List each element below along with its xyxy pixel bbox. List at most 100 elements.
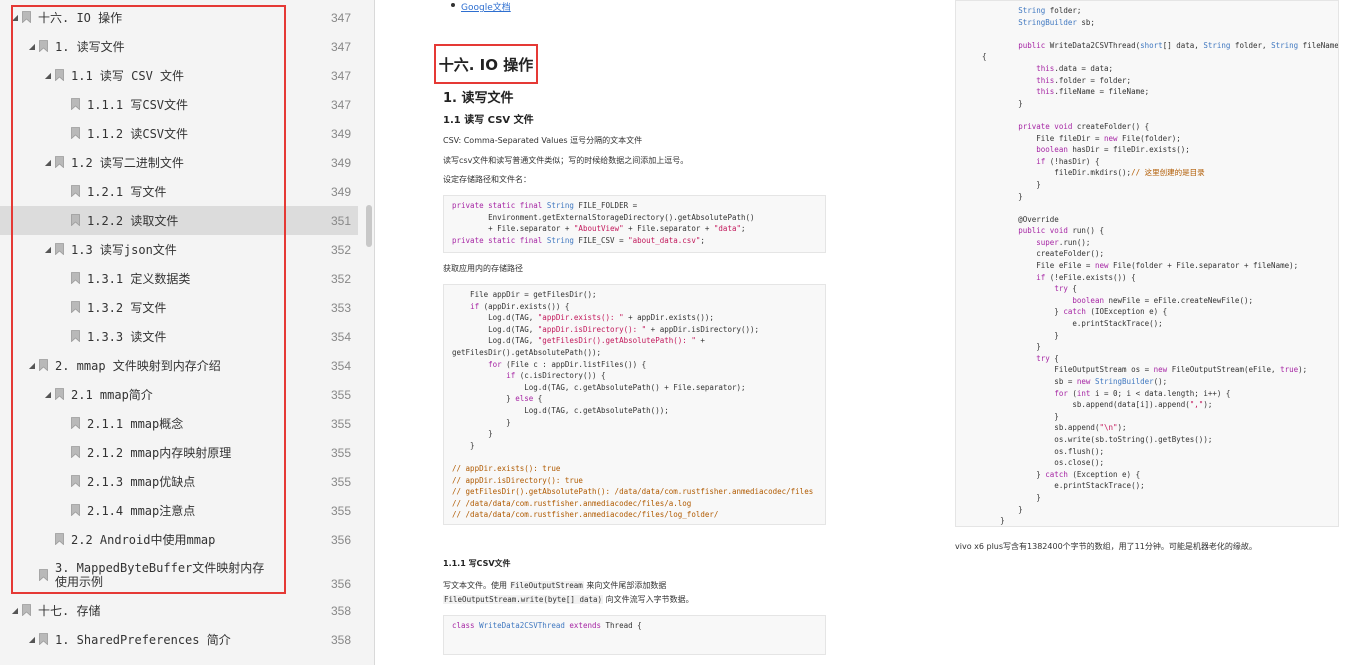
paragraph: 获取应用内的存储路径 xyxy=(443,264,523,273)
toc-item[interactable]: 1.3.2 写文件 353 xyxy=(0,293,358,322)
bookmark-icon xyxy=(55,69,65,82)
triangle-down-icon[interactable]: ◢ xyxy=(43,390,53,399)
toc-item-label: 1.3.3 读文件 xyxy=(87,330,167,344)
toc-item-label: 2.1.4 mmap注意点 xyxy=(87,504,196,518)
toc-item[interactable]: 2.1.1 mmap概念 355 xyxy=(0,409,358,438)
paragraph: 设定存储路径和文件名： xyxy=(443,175,531,184)
toc-page-number: 358 xyxy=(330,603,351,618)
toc-page-number: 349 xyxy=(330,184,351,199)
triangle-down-icon[interactable]: ◢ xyxy=(43,158,53,167)
toc-page-number: 353 xyxy=(330,300,351,315)
paragraph-note: vivo x6 plus写含有1382400个字节的数组，用了11分钟。可能是机… xyxy=(955,542,1257,551)
inline-code: FileOutputStream xyxy=(509,581,584,590)
toc-page-number: 358 xyxy=(330,632,351,647)
toc-page-number: 354 xyxy=(330,329,351,344)
toc-page-number: 347 xyxy=(330,39,351,54)
toc-item[interactable]: 2.1.3 mmap优缺点 355 xyxy=(0,467,358,496)
toc-item[interactable]: 1.1.2 读CSV文件 349 xyxy=(0,119,358,148)
toc-page-number: 347 xyxy=(330,68,351,83)
toc-item-label: 3. MappedByteBuffer文件映射内存使用示例 xyxy=(55,561,265,589)
toc-item[interactable]: 1.3.1 定义数据类 352 xyxy=(0,264,358,293)
bookmark-icon xyxy=(55,388,65,401)
bookmark-icon xyxy=(55,156,65,169)
toc-item[interactable]: 3. MappedByteBuffer文件映射内存使用示例 356 xyxy=(0,554,358,596)
toc-item-label: 十六. IO 操作 xyxy=(38,11,123,25)
triangle-down-icon[interactable]: ◢ xyxy=(10,13,20,22)
triangle-down-icon[interactable]: ◢ xyxy=(43,71,53,80)
document-page-right: String folder; StringBuilder sb; public … xyxy=(950,0,1349,665)
toc-item[interactable]: 1.1.1 写CSV文件 347 xyxy=(0,90,358,119)
toc-page-number: 355 xyxy=(330,503,351,518)
bookmark-icon xyxy=(71,504,81,517)
bookmark-icon xyxy=(22,604,32,617)
triangle-down-icon[interactable]: ◢ xyxy=(43,245,53,254)
toc-item[interactable]: 1.2.2 读取文件 351 xyxy=(0,206,358,235)
toc-page-number: 354 xyxy=(330,358,351,373)
toc-item[interactable]: 1.2.1 写文件 349 xyxy=(0,177,358,206)
toc-item-label: 十七. 存储 xyxy=(38,604,101,618)
inline-code: FileOutputStream.write(byte[] data) xyxy=(443,595,604,604)
bookmark-icon xyxy=(71,185,81,198)
toc-page-number: 355 xyxy=(330,387,351,402)
toc-item[interactable]: 2.1.2 mmap内存映射原理 355 xyxy=(0,438,358,467)
sidebar-scrollbar[interactable] xyxy=(366,205,372,247)
toc-page-number: 356 xyxy=(330,532,351,547)
bookmark-icon xyxy=(39,568,49,582)
triangle-down-icon[interactable]: ◢ xyxy=(27,42,37,51)
toc-page-number: 355 xyxy=(330,474,351,489)
toc-item-label: 1. SharedPreferences 简介 xyxy=(55,633,231,647)
subsubsection-heading: 1.1.1 写CSV文件 xyxy=(443,559,511,568)
toc-item[interactable]: ◢ 1. 读写文件 347 xyxy=(0,32,358,61)
bookmark-icon xyxy=(71,417,81,430)
toc-item-label: 1.2.1 写文件 xyxy=(87,185,167,199)
toc-item[interactable]: ◢ 十六. IO 操作 347 xyxy=(0,3,358,32)
toc-item-label: 1.2 读写二进制文件 xyxy=(71,156,184,170)
bookmark-icon xyxy=(22,11,32,24)
bookmark-icon xyxy=(71,446,81,459)
toc-item-label: 2. mmap 文件映射到内存介绍 xyxy=(55,359,221,373)
toc-item[interactable]: ◢ 1.3 读写json文件 352 xyxy=(0,235,358,264)
bookmark-icon xyxy=(71,272,81,285)
toc-item-label: 2.2 Android中使用mmap xyxy=(71,533,216,547)
bookmark-icon xyxy=(55,533,65,546)
toc-item[interactable]: ◢ 十七. 存储 358 xyxy=(0,596,358,625)
toc-item-label: 1.3 读写json文件 xyxy=(71,243,177,257)
page-gutter xyxy=(888,0,950,665)
section-heading: 1. 读写文件 xyxy=(443,91,514,106)
toc-sidebar: ◢ 十六. IO 操作 347 ◢ 1. 读写文件 347 ◢ 1.1 读写 CSV 文件 34… xyxy=(0,0,375,665)
chapter-title: 十六. IO 操作 xyxy=(438,55,534,74)
toc-item[interactable]: 2.2 Android中使用mmap 356 xyxy=(0,525,358,554)
bullet-dot xyxy=(451,3,455,7)
toc-item-label: 2.1.2 mmap内存映射原理 xyxy=(87,446,232,460)
toc-item[interactable]: ◢ 1. SharedPreferences 简介 358 xyxy=(0,625,358,654)
paragraph: 读写csv文件和读写普通文件类似；写的时候给数据之间添加上逗号。 xyxy=(443,156,689,165)
google-docs-link[interactable]: Google文档 xyxy=(461,0,511,13)
toc-item-label: 1. 读写文件 xyxy=(55,40,125,54)
triangle-down-icon[interactable]: ◢ xyxy=(10,606,20,615)
toc-item-label: 1.1.2 读CSV文件 xyxy=(87,127,189,141)
paragraph-text: 写文本文件。使用 xyxy=(443,581,510,590)
toc-item-label: 2.1.3 mmap优缺点 xyxy=(87,475,196,489)
code-block-write-thread: class WriteData2CSVThread extends Thread… xyxy=(443,615,826,655)
paragraph-text: 来向文件尾部添加数据 xyxy=(583,581,667,590)
toc-item[interactable]: ◢ 2. mmap 文件映射到内存介绍 354 xyxy=(0,351,358,380)
paragraph-text: 向文件流写入字节数据。 xyxy=(603,595,694,604)
triangle-down-icon[interactable]: ◢ xyxy=(27,635,37,644)
toc-page-number: 349 xyxy=(330,126,351,141)
toc-item[interactable]: ◢ 1.2 读写二进制文件 349 xyxy=(0,148,358,177)
toc-item[interactable]: 2.1.4 mmap注意点 355 xyxy=(0,496,358,525)
bookmark-icon xyxy=(71,301,81,314)
toc-item-label: 2.1.1 mmap概念 xyxy=(87,417,184,431)
toc-item-label: 2.1 mmap简介 xyxy=(71,388,153,402)
triangle-down-icon[interactable]: ◢ xyxy=(27,361,37,370)
bookmark-icon xyxy=(39,40,49,53)
bookmark-icon xyxy=(39,633,49,646)
toc-page-number: 355 xyxy=(330,416,351,431)
toc-item[interactable]: ◢ 2.1 mmap简介 355 xyxy=(0,380,358,409)
bookmark-icon xyxy=(55,243,65,256)
toc-item-label: 1.1.1 写CSV文件 xyxy=(87,98,189,112)
toc-item[interactable]: ◢ 1.1 读写 CSV 文件 347 xyxy=(0,61,358,90)
chapter-heading: 十六. IO 操作 xyxy=(434,44,538,84)
toc-item[interactable]: 1.3.3 读文件 354 xyxy=(0,322,358,351)
toc-item-label: 1.3.2 写文件 xyxy=(87,301,167,315)
